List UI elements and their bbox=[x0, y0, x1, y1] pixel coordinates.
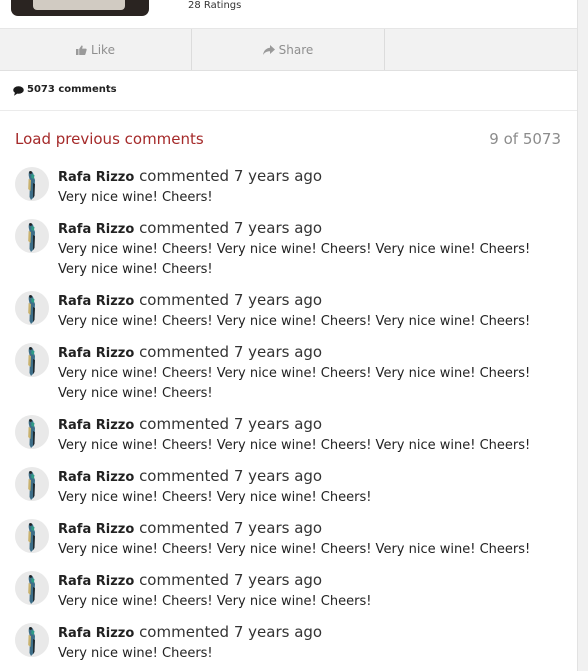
comment-author[interactable]: Rafa Rizzo bbox=[58, 294, 134, 309]
comment-body: Rafa Rizzo commented 7 years ago Very nic… bbox=[58, 219, 548, 280]
comment-text: Very nice wine! Cheers! Very nice wine! … bbox=[58, 314, 531, 329]
avatar[interactable] bbox=[15, 167, 49, 201]
avatar[interactable] bbox=[15, 519, 49, 553]
comment-author[interactable]: Rafa Rizzo bbox=[58, 170, 134, 185]
comment-body: Rafa Rizzo commented 7 years ago Very nic… bbox=[58, 167, 548, 208]
user-avatar-image bbox=[15, 623, 49, 657]
avatar[interactable] bbox=[15, 219, 49, 253]
comment-meta: commented 7 years ago bbox=[139, 219, 323, 237]
user-avatar-image bbox=[15, 219, 49, 253]
comment-author[interactable]: Rafa Rizzo bbox=[58, 418, 134, 433]
speech-bubble-icon bbox=[13, 86, 24, 96]
user-avatar-image bbox=[15, 291, 49, 325]
comment-author[interactable]: Rafa Rizzo bbox=[58, 574, 134, 589]
product-comments-page: 28 Ratings Like Share 5073 comments Load… bbox=[0, 0, 578, 671]
action-bar: Like Share bbox=[0, 29, 578, 71]
comment-author[interactable]: Rafa Rizzo bbox=[58, 470, 134, 485]
comment-text: Very nice wine! Cheers! Very nice wine! … bbox=[58, 366, 531, 401]
share-label: Share bbox=[278, 42, 314, 57]
comment-text: Very nice wine! Cheers! Very nice wine! … bbox=[58, 242, 531, 277]
comment-body: Rafa Rizzo commented 7 years ago Very nic… bbox=[58, 623, 548, 664]
comment-body: Rafa Rizzo commented 7 years ago Very nic… bbox=[58, 291, 548, 332]
comment-author[interactable]: Rafa Rizzo bbox=[58, 222, 134, 237]
avatar[interactable] bbox=[15, 343, 49, 377]
comment-body: Rafa Rizzo commented 7 years ago Very nic… bbox=[58, 519, 548, 560]
avatar[interactable] bbox=[15, 571, 49, 605]
avatar[interactable] bbox=[15, 291, 49, 325]
comment-header: Rafa Rizzo commented 7 years ago bbox=[58, 415, 548, 435]
comment-header: Rafa Rizzo commented 7 years ago bbox=[58, 343, 548, 363]
comment-author[interactable]: Rafa Rizzo bbox=[58, 626, 134, 641]
comment-header: Rafa Rizzo commented 7 years ago bbox=[58, 519, 548, 539]
comment-header: Rafa Rizzo commented 7 years ago bbox=[58, 571, 548, 591]
comment-header: Rafa Rizzo commented 7 years ago bbox=[58, 623, 548, 643]
comment-text: Very nice wine! Cheers! Very nice wine! … bbox=[58, 490, 372, 505]
comment-meta: commented 7 years ago bbox=[139, 623, 323, 641]
like-button[interactable]: Like bbox=[0, 29, 192, 70]
comment-meta: commented 7 years ago bbox=[139, 291, 323, 309]
avatar[interactable] bbox=[15, 467, 49, 501]
share-button[interactable]: Share bbox=[192, 29, 385, 70]
comment-author[interactable]: Rafa Rizzo bbox=[58, 522, 134, 537]
avatar[interactable] bbox=[15, 623, 49, 657]
user-avatar-image bbox=[15, 167, 49, 201]
comment-text: Very nice wine! Cheers! bbox=[58, 646, 213, 661]
product-image[interactable] bbox=[11, 0, 149, 16]
comment-text: Very nice wine! Cheers! Very nice wine! … bbox=[58, 542, 531, 557]
comment-body: Rafa Rizzo commented 7 years ago Very nic… bbox=[58, 467, 548, 508]
comments-pager: 9 of 5073 bbox=[489, 130, 561, 148]
comment-meta: commented 7 years ago bbox=[139, 415, 323, 433]
comment-meta: commented 7 years ago bbox=[139, 467, 323, 485]
thumbs-up-icon bbox=[76, 44, 87, 55]
user-avatar-image bbox=[15, 343, 49, 377]
user-avatar-image bbox=[15, 519, 49, 553]
comment-meta: commented 7 years ago bbox=[139, 343, 323, 361]
comment-text: Very nice wine! Cheers! Very nice wine! … bbox=[58, 438, 531, 453]
comment-meta: commented 7 years ago bbox=[139, 571, 323, 589]
user-avatar-image bbox=[15, 467, 49, 501]
comment-header: Rafa Rizzo commented 7 years ago bbox=[58, 167, 548, 187]
comment-body: Rafa Rizzo commented 7 years ago Very nic… bbox=[58, 343, 548, 404]
ratings-count[interactable]: 28 Ratings bbox=[188, 0, 241, 12]
comment-meta: commented 7 years ago bbox=[139, 167, 323, 185]
product-header-strip: 28 Ratings bbox=[0, 0, 578, 29]
user-avatar-image bbox=[15, 571, 49, 605]
comments-count-row: 5073 comments bbox=[0, 71, 578, 111]
user-avatar-image bbox=[15, 415, 49, 449]
comment-author[interactable]: Rafa Rizzo bbox=[58, 346, 134, 361]
load-previous-comments-link[interactable]: Load previous comments bbox=[15, 130, 204, 148]
share-arrow-icon bbox=[262, 44, 275, 55]
comment-text: Very nice wine! Cheers! bbox=[58, 190, 213, 205]
page-scrollbar[interactable] bbox=[577, 0, 588, 671]
comment-meta: commented 7 years ago bbox=[139, 519, 323, 537]
comments-count: 5073 comments bbox=[27, 84, 117, 95]
comment-header: Rafa Rizzo commented 7 years ago bbox=[58, 467, 548, 487]
comment-body: Rafa Rizzo commented 7 years ago Very nic… bbox=[58, 415, 548, 456]
comment-body: Rafa Rizzo commented 7 years ago Very nic… bbox=[58, 571, 548, 612]
like-label: Like bbox=[91, 42, 115, 57]
comment-header: Rafa Rizzo commented 7 years ago bbox=[58, 291, 548, 311]
avatar[interactable] bbox=[15, 415, 49, 449]
comment-text: Very nice wine! Cheers! Very nice wine! … bbox=[58, 594, 372, 609]
comment-header: Rafa Rizzo commented 7 years ago bbox=[58, 219, 548, 239]
